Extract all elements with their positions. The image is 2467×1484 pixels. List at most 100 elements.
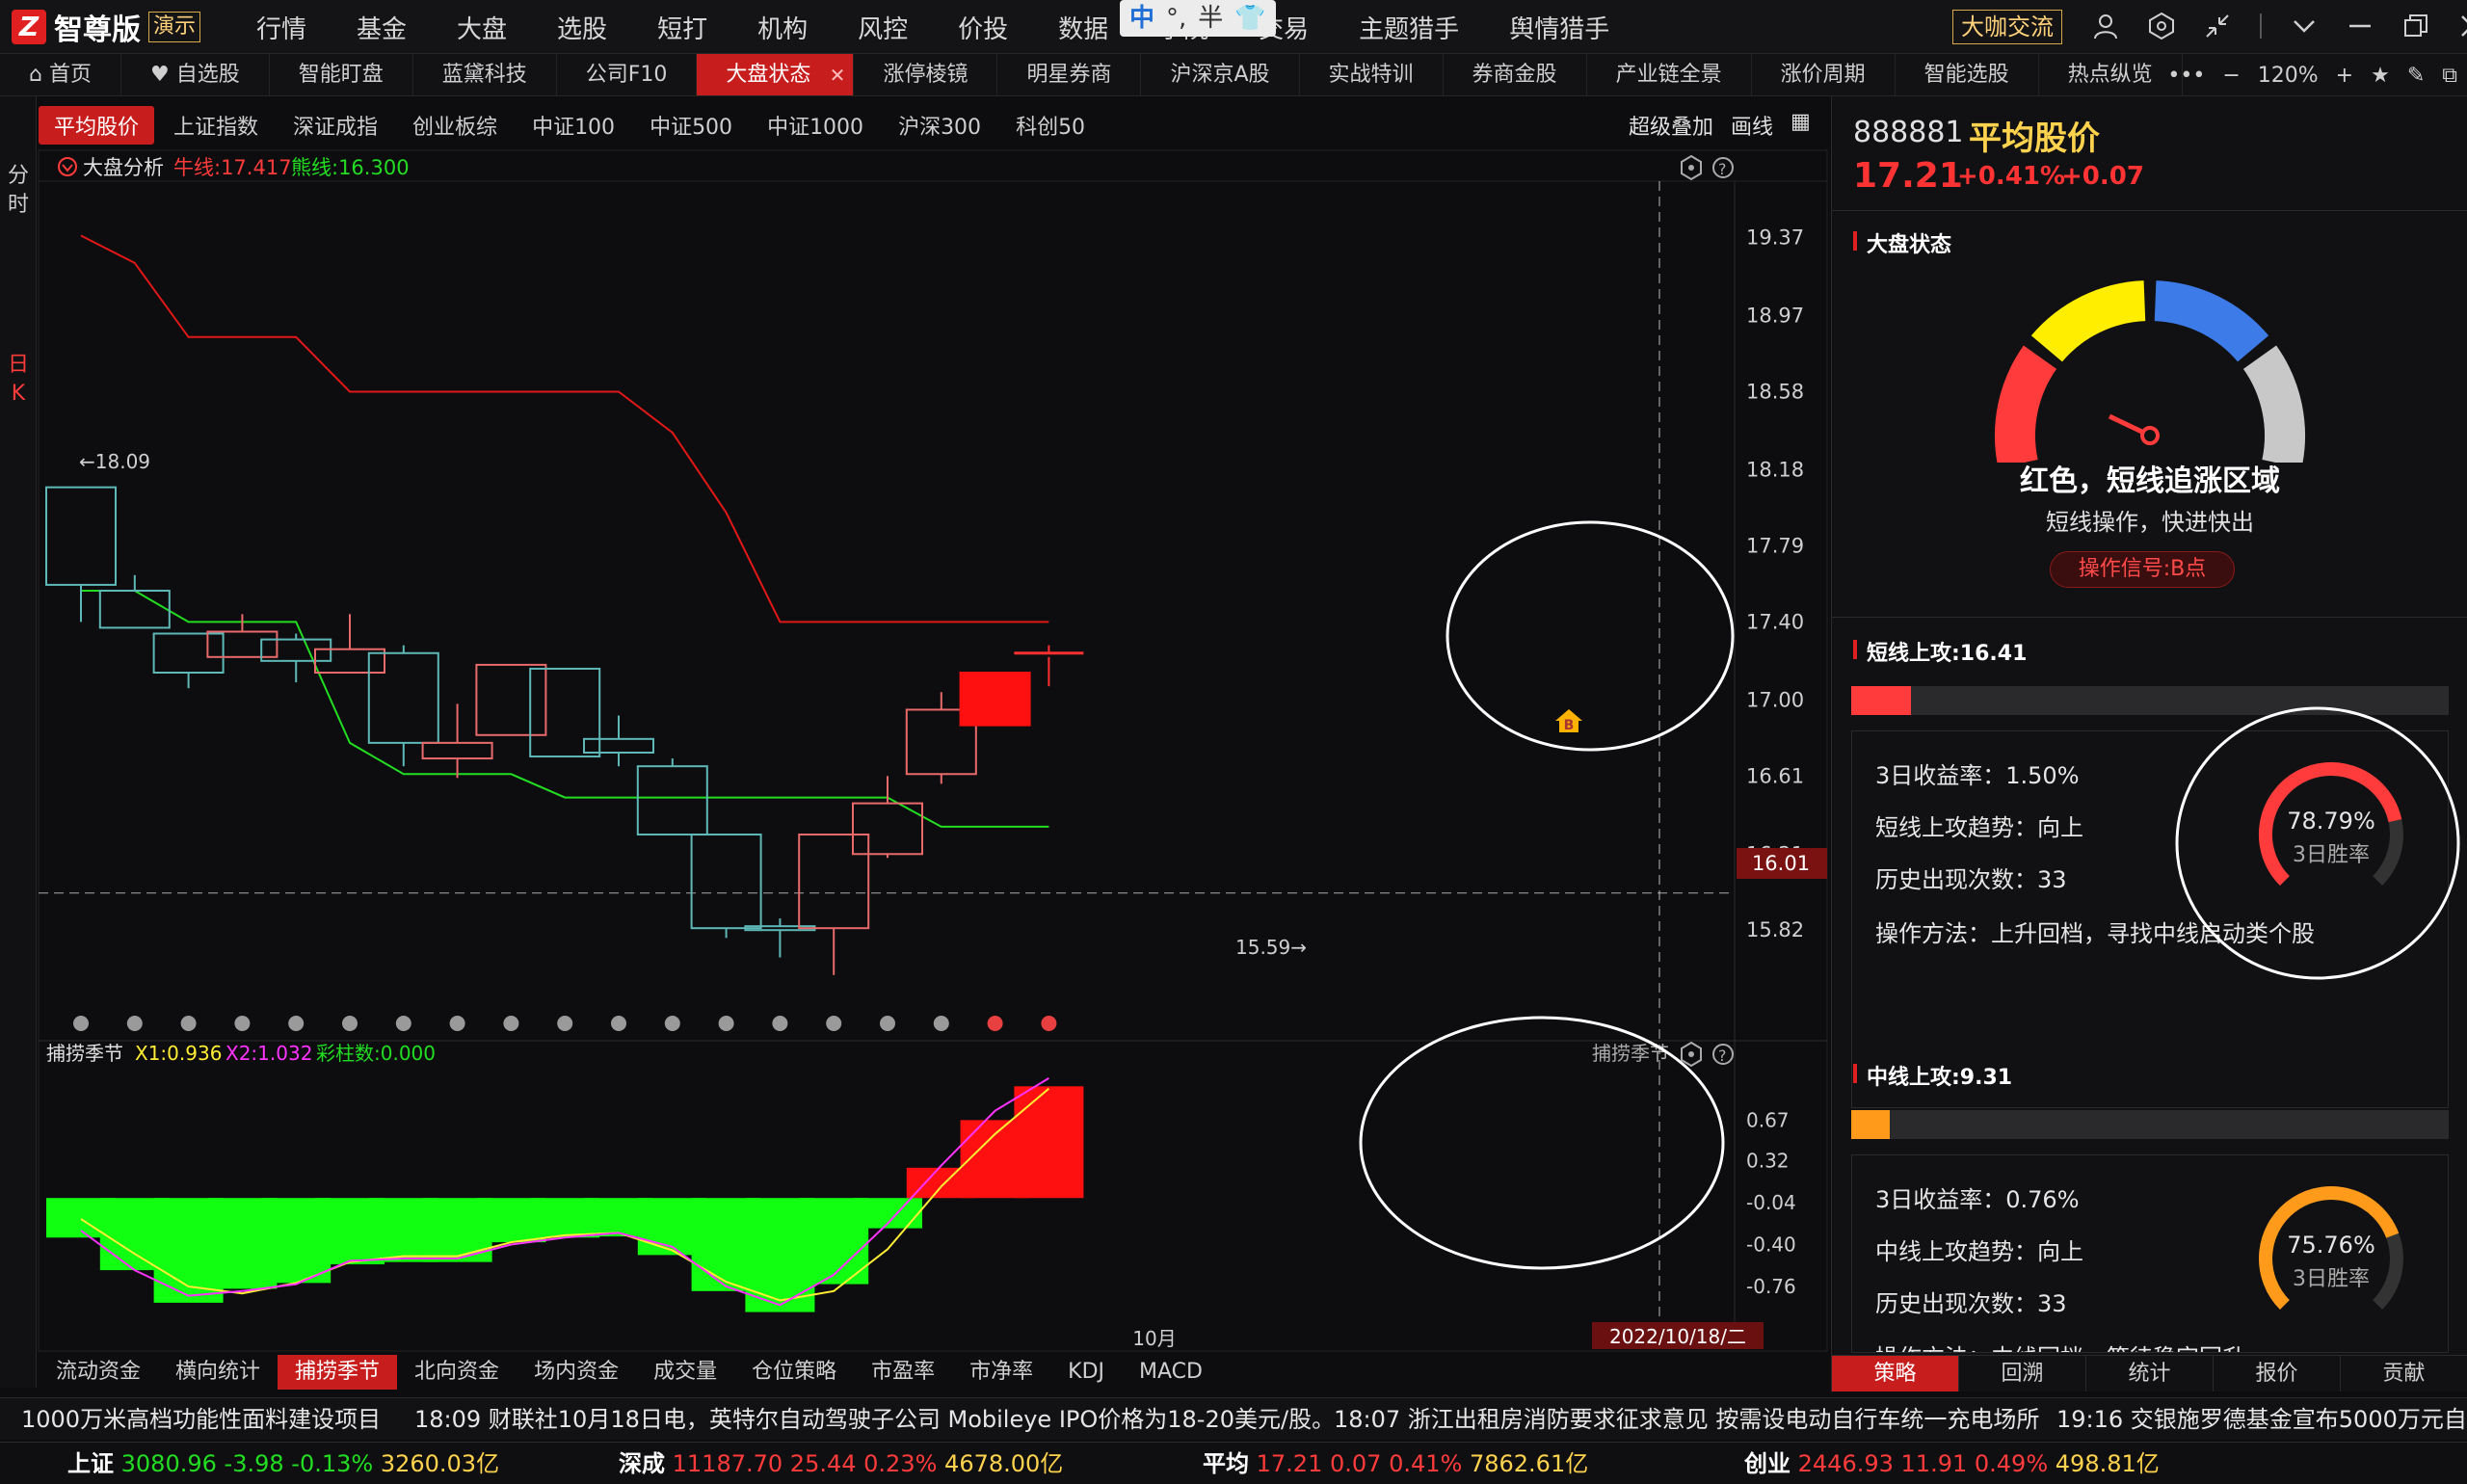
- signal-dot: [772, 1016, 788, 1031]
- indicator-tab-kdj[interactable]: KDJ: [1050, 1355, 1122, 1390]
- market-status-panel: 888881 平均股价 17.21 +0.41% +0.07 大盘状态 红色，短…: [1831, 96, 2467, 1391]
- panel-tab-contribution[interactable]: 贡献: [2341, 1356, 2467, 1391]
- candle-body: [690, 834, 762, 930]
- news-item[interactable]: 18:09 财联社10月18日电，英特尔自动驾驶子公司 Mobileye IPO…: [414, 1398, 1335, 1440]
- index-value: 17.21: [1256, 1450, 1323, 1477]
- indicator-bar-count: 彩柱数:0.000: [316, 1042, 436, 1065]
- short-occurrence-count: 历史出现次数：33: [1875, 866, 2067, 893]
- buy-signal-badge[interactable]: B: [1555, 709, 1582, 733]
- news-item[interactable]: 18:07 浙江出租房消防要求征求意见 按需设电动自行车统一充电场所: [1334, 1398, 2039, 1440]
- main-chart-title: 大盘分析: [83, 156, 164, 179]
- more-icon[interactable]: •••: [2167, 64, 2205, 88]
- signal-dot: [718, 1016, 734, 1031]
- indicator-x2-value: X2:1.032: [225, 1042, 312, 1065]
- svg-text:?: ?: [1718, 1047, 1727, 1065]
- indicator-tab-northbound[interactable]: 北向资金: [397, 1355, 517, 1390]
- mid-3day-return: 3日收益率：0.76%: [1875, 1186, 2080, 1213]
- restore-icon[interactable]: [2401, 12, 2430, 40]
- indicator-settings-icon[interactable]: [1681, 1041, 1702, 1068]
- indicator-help-icon[interactable]: ?: [1712, 1044, 1734, 1065]
- current-price-label: 16.01: [1752, 852, 1810, 875]
- index-amount: 498.81亿: [2055, 1450, 2160, 1477]
- indicator-tab-liquidity[interactable]: 流动资金: [39, 1355, 158, 1390]
- news-ticker[interactable]: 1000万米高档功能性面料建设项目 18:09 财联社10月18日电，英特尔自动…: [0, 1397, 2467, 1440]
- panel-tab-backtest[interactable]: 回溯: [1959, 1356, 2086, 1391]
- zoom-in-icon[interactable]: +: [2336, 64, 2353, 88]
- highlight-ellipse-winrate: [2175, 706, 2460, 980]
- tab-smart-picking[interactable]: 智能选股: [1896, 54, 2039, 95]
- index-change: 25.44: [789, 1450, 857, 1477]
- expert-exchange-button[interactable]: 大咖交流: [1952, 10, 2062, 44]
- divider: [1832, 210, 2467, 211]
- main-chart-settings-icon[interactable]: [1681, 154, 1702, 181]
- mid-occurrence-count: 历史出现次数：33: [1875, 1290, 2067, 1317]
- shrink-icon[interactable]: [2203, 12, 2232, 40]
- candle-body: [798, 834, 870, 930]
- panel-tab-strategy[interactable]: 策略: [1832, 1356, 1959, 1391]
- mid-attack-bar-fill: [1851, 1110, 1891, 1139]
- index-szse[interactable]: 深成 11187.70 25.44 0.23% 4678.00亿: [619, 1443, 1063, 1484]
- high-annotation: ←18.09: [79, 450, 150, 473]
- price-tick-label: 16.61: [1746, 764, 1804, 787]
- index-amount: 3260.03亿: [380, 1450, 500, 1477]
- indicator-bar: [1014, 1086, 1084, 1199]
- news-item[interactable]: 19:16 交银施罗德基金宣布5000万元自有: [2056, 1398, 2467, 1440]
- collapse-icon[interactable]: [58, 157, 77, 176]
- indicator-tab-onfloor-funds[interactable]: 场内资金: [517, 1355, 636, 1390]
- indicator-tab-horizontal-stats[interactable]: 横向统计: [158, 1355, 278, 1390]
- news-item[interactable]: 1000万米高档功能性面料建设项目: [21, 1398, 381, 1440]
- panel-tab-quote[interactable]: 报价: [2214, 1356, 2341, 1391]
- price-axis: 19.37 18.97 18.58 18.18 17.79 17.40 17.00 16.61…: [1746, 226, 1804, 942]
- market-gauge: [1994, 280, 2306, 463]
- price-tick-label: 17.40: [1746, 610, 1804, 633]
- candle-body: [421, 741, 493, 760]
- settings-hexagon-icon[interactable]: [2147, 12, 2176, 40]
- index-chinext[interactable]: 创业 2446.93 11.91 0.49% 498.81亿: [1744, 1443, 2160, 1484]
- index-change: 0.07: [1330, 1450, 1382, 1477]
- zoom-out-icon[interactable]: −: [2222, 64, 2240, 88]
- minimize-icon[interactable]: [2346, 12, 2374, 40]
- indicator-tick-label: -0.04: [1746, 1191, 1796, 1214]
- chevron-down-icon[interactable]: [2290, 12, 2319, 40]
- index-average[interactable]: 平均 17.21 0.07 0.41% 7862.61亿: [1203, 1443, 1588, 1484]
- candle-body: [45, 486, 117, 586]
- index-change: 11.91: [1900, 1450, 1968, 1477]
- indicator-tab-pb[interactable]: 市净率: [952, 1355, 1050, 1390]
- index-name: 上证: [67, 1450, 114, 1477]
- gauge-segment-blue: [2154, 280, 2269, 362]
- indicator-tabs: 流动资金 横向统计 捕捞季节 北向资金 场内资金 成交量 仓位策略 市盈率 市净…: [39, 1355, 1220, 1390]
- user-icon[interactable]: [2091, 12, 2120, 40]
- panel-tab-statistics[interactable]: 统计: [2086, 1356, 2214, 1391]
- short-3day-return: 3日收益率：1.50%: [1875, 762, 2080, 789]
- indicator-tab-volume[interactable]: 成交量: [636, 1355, 734, 1390]
- main-chart-help-icon[interactable]: ?: [1712, 157, 1734, 178]
- index-sse[interactable]: 上证 3080.96 -3.98 -0.13% 3260.03亿: [67, 1443, 499, 1484]
- market-status-text: 红色，短线追涨区域: [2020, 464, 2280, 498]
- indicator-tab-fishing-season[interactable]: 捕捞季节: [278, 1355, 398, 1390]
- close-icon[interactable]: [2457, 12, 2467, 40]
- indicator-tick-label: 0.67: [1746, 1108, 1790, 1131]
- pen-icon[interactable]: ✎: [2407, 64, 2425, 88]
- index-value: 3080.96: [120, 1450, 217, 1477]
- candle-body: [959, 672, 1031, 727]
- mid-win-rate-ring: 75.76% 3日胜率: [2259, 1186, 2403, 1311]
- mid-win-rate-value: 75.76%: [2287, 1232, 2375, 1259]
- indicator-tab-position-strategy[interactable]: 仓位策略: [734, 1355, 854, 1390]
- star-icon[interactable]: ★: [2371, 64, 2390, 88]
- indicator-tick-label: -0.76: [1746, 1275, 1796, 1298]
- indicator-tab-macd[interactable]: MACD: [1122, 1355, 1220, 1390]
- tab-hotspot-overview[interactable]: 热点纵览: [2039, 54, 2183, 95]
- index-percent: 0.49%: [1974, 1450, 2049, 1477]
- signal-dot: [933, 1016, 949, 1031]
- zoom-level: 120%: [2257, 63, 2319, 88]
- price-tick-label: 18.97: [1746, 305, 1804, 328]
- bear-line-label: 熊线:16.300: [291, 156, 410, 179]
- price-tick-label: 18.58: [1746, 380, 1804, 403]
- signal-dot: [234, 1016, 251, 1031]
- signal-dot: [180, 1016, 197, 1031]
- signal-dot: [126, 1016, 143, 1031]
- chart-area[interactable]: 大盘分析 牛线:17.417 熊线:16.300 ? 19.37 18.97 18.…: [0, 0, 1831, 1355]
- window-icon[interactable]: ⧉: [2442, 64, 2457, 88]
- indicator-tab-pe[interactable]: 市盈率: [854, 1355, 952, 1390]
- candle-body: [475, 663, 547, 736]
